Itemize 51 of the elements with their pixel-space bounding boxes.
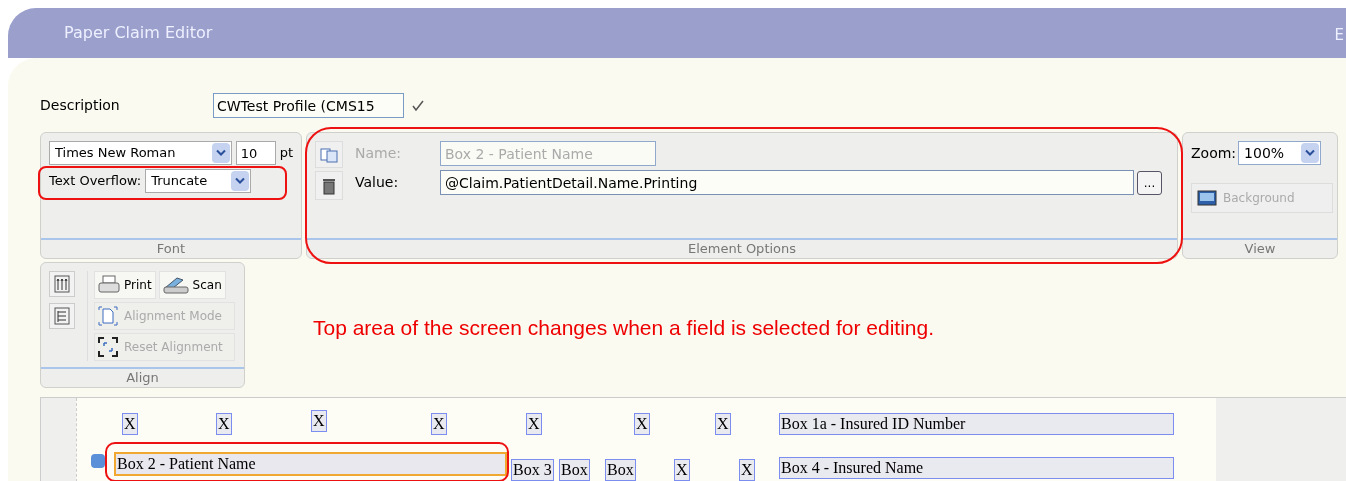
group-title: Font xyxy=(155,240,187,258)
checkbox-mark[interactable]: X xyxy=(715,413,731,435)
field-label: Zoom: xyxy=(1191,143,1237,163)
browse-button[interactable]: ... xyxy=(1137,170,1162,195)
vertical-arrows-icon xyxy=(54,275,70,293)
unit-label: pt xyxy=(279,144,293,163)
page-corners-icon xyxy=(98,306,118,326)
group-title: Element Options xyxy=(686,240,798,258)
field-label: Description xyxy=(40,96,121,115)
form-field[interactable]: Box xyxy=(605,459,636,481)
group-title: Align xyxy=(125,369,160,387)
description-field[interactable]: CWTest Profile (CMS15 xyxy=(213,93,404,118)
checkbox-mark[interactable]: X xyxy=(739,459,755,481)
checkbox-mark[interactable]: X xyxy=(216,413,232,435)
overflow-select[interactable]: Truncate xyxy=(145,169,252,193)
title-bar-text: E xyxy=(1334,24,1344,46)
image-icon xyxy=(1197,190,1217,206)
checkbox-mark[interactable]: X xyxy=(122,413,138,435)
copy-icon xyxy=(320,146,338,163)
toolbar-button[interactable]: Scan xyxy=(158,271,226,299)
checkbox-mark[interactable]: X xyxy=(634,413,650,435)
annotation-text: Top area of the screen changes when a field is selected for editing. xyxy=(313,315,935,341)
window-title: Paper Claim Editor xyxy=(64,22,213,44)
checkbox-mark[interactable]: X xyxy=(674,459,690,481)
list-icon xyxy=(54,307,70,325)
checkbox-mark[interactable]: X xyxy=(526,413,542,435)
form-field[interactable]: Box 3 xyxy=(511,459,554,481)
field-label: Name: xyxy=(355,144,403,163)
list-button[interactable] xyxy=(49,303,75,329)
toolbar-button[interactable]: Print xyxy=(94,271,156,299)
checkmark-icon xyxy=(412,99,424,112)
checkbox-mark[interactable]: X xyxy=(311,410,327,432)
field-label: Text Overflow: xyxy=(49,172,142,191)
delete-button[interactable] xyxy=(315,171,343,200)
form-field[interactable]: Box 1a - Insured ID Number xyxy=(779,413,1174,435)
form-field[interactable]: Box xyxy=(559,459,590,481)
field-handle-icon xyxy=(91,454,105,468)
form-field[interactable]: Box 2 - Patient Name xyxy=(114,452,507,476)
trash-icon xyxy=(322,176,336,195)
font-select[interactable]: Times New Roman xyxy=(49,141,232,165)
field-label: Value: xyxy=(355,173,400,192)
scanner-icon xyxy=(162,275,189,295)
group-title: View xyxy=(1243,240,1277,258)
checkbox-mark[interactable]: X xyxy=(431,413,447,435)
form-field[interactable]: Box 4 - Insured Name xyxy=(779,457,1174,479)
zoom-select[interactable]: 100% xyxy=(1238,141,1322,165)
printer-icon xyxy=(98,275,120,295)
font-size-field[interactable]: 10 xyxy=(235,141,276,165)
distribute-button[interactable] xyxy=(49,271,75,297)
frame-corners-icon xyxy=(98,337,118,357)
value-field[interactable]: @Claim.PatientDetail.Name.Printing xyxy=(440,170,1134,195)
